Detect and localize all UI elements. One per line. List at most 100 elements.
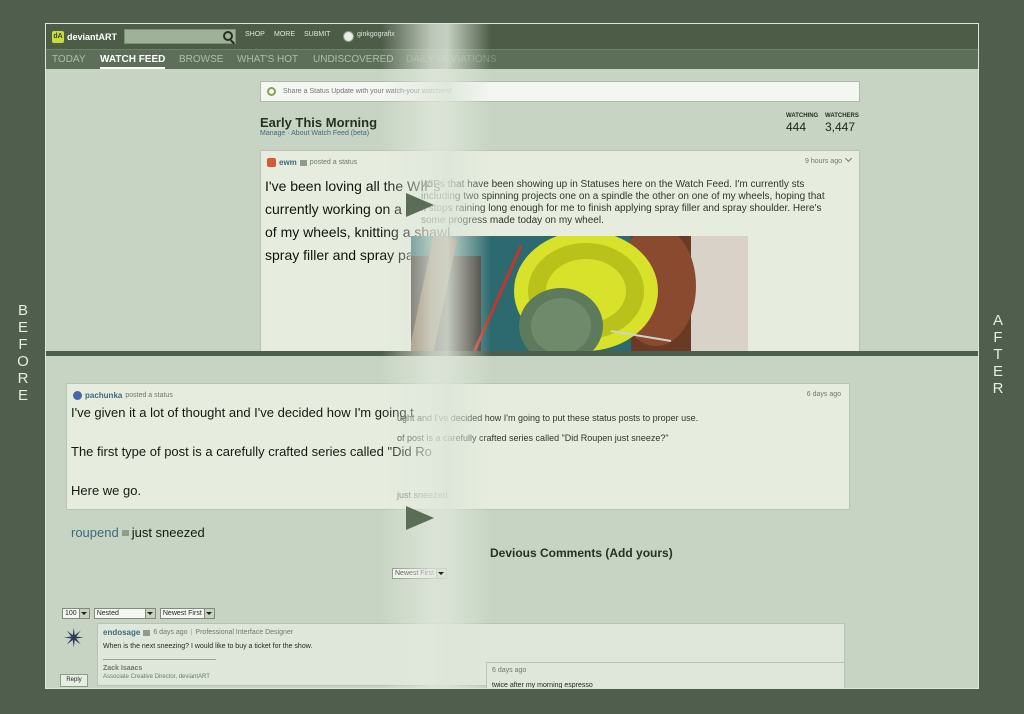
before-letter: R [17,370,29,387]
before-letter: B [17,302,28,319]
search-input[interactable] [124,29,236,44]
thread-mode-select[interactable]: Nested [93,608,156,619]
arrow-right-icon [406,193,434,217]
brand-name: deviantART [67,31,118,42]
after-label: A F T E R [988,312,1008,397]
tab-watch-feed[interactable]: WATCH FEED [100,54,166,69]
comment-body: When is the next sneezing? I would like … [103,643,313,650]
separator: | [190,629,193,636]
before-letter: F [18,336,28,353]
post-body-after: ught and I've decided how I'm going to p… [397,413,698,453]
post-time-text: 6 days ago [806,391,841,398]
comment-time: 6 days ago [153,629,188,636]
post-time: 9 hours ago [805,154,853,165]
post-line: The first type of post is a carefully cr… [71,444,432,459]
user-avatar-icon [73,391,82,400]
user-badge-icon [121,529,129,536]
post-header: pachunka posted a status [73,391,173,400]
status-update-box[interactable] [260,81,860,102]
before-letter: O [17,353,29,370]
comment-header: 6 days ago [492,667,526,674]
user-badge-icon [143,629,151,636]
post-line: of post is a carefully crafted series ca… [397,433,669,443]
after-letter: R [992,380,1004,397]
post-time: 6 days ago [807,391,841,398]
spinning-wheel-photo[interactable] [411,236,748,351]
signature-title: Associate Creative Director, deviantART [103,674,210,680]
watchers-count: 3,447 [825,120,856,134]
sort-order-select[interactable]: Newest First [159,608,215,619]
status-post-pachunka: pachunka posted a status 6 days ago I've… [66,383,850,540]
post-action: posted a status [125,392,173,399]
after-letter: F [993,329,1003,346]
watching-label: WATCHING [786,113,819,119]
post-body-before: I've given it a lot of thought and I've … [71,406,432,523]
watchers-stat[interactable]: WATCHERS 3,447 [825,113,859,134]
post-header: ewm posted a status [267,158,357,167]
post-body-after: WIPs that have been showing up in Status… [421,179,825,226]
user-avatar[interactable] [343,31,354,42]
watching-count: 444 [786,120,807,134]
post-username[interactable]: pachunka [85,391,122,400]
user-avatar-icon [267,158,276,167]
watching-stat[interactable]: WATCHING 444 [786,113,818,134]
brand-logo[interactable]: dA deviantART [52,30,117,43]
signature-name: Zack Isaacs [103,665,143,672]
main-nav: TODAY WATCH FEED BROWSE WHAT'S HOT UNDIS… [46,49,978,69]
reply-button[interactable]: Reply [60,674,88,687]
feed-title: Early This Morning [260,115,377,130]
menu-shop[interactable]: SHOP [245,31,265,38]
sort-select-after[interactable]: Newest First [392,568,447,579]
comment-roupend-after: 6 days ago twice after my morning espres… [486,662,845,689]
tab-undiscovered[interactable]: UNDISCOVERED [313,54,394,65]
post-line: ught and I've decided how I'm going to p… [397,413,699,423]
sneeze-username[interactable]: roupend [71,525,119,540]
page-size-select[interactable]: 100 [62,608,90,619]
post-line: I've given it a lot of thought and I've … [71,405,414,420]
user-badge-icon [299,159,307,166]
comments-title[interactable]: Devious Comments (Add yours) [490,546,673,560]
sneeze-text-after: just sneezed [397,490,448,500]
post-action: posted a status [309,159,358,166]
menu-more[interactable]: MORE [274,31,295,38]
after-letter: A [992,312,1003,329]
sneeze-text: just sneezed [131,525,205,540]
status-update-input[interactable] [283,85,843,98]
comment-time: 6 days ago [492,667,527,674]
comment-header: endosage 6 days ago | Professional Inter… [103,628,293,637]
tab-whats-hot[interactable]: WHAT'S HOT [237,54,298,65]
before-letter: E [17,319,28,336]
watchers-label: WATCHERS [825,113,859,119]
search-icon[interactable] [223,31,233,41]
signature-divider [103,659,216,660]
comment-signature: Zack Isaacs Associate Creative Director,… [103,665,210,681]
post-line: Here we go. [71,483,142,498]
username-link[interactable]: ginkgografix [357,31,395,38]
tab-browse[interactable]: BROWSE [179,54,223,65]
tab-today[interactable]: TODAY [52,54,86,65]
comment-role: Professional Interface Designer [195,629,294,636]
comment-body: twice after my morning espresso [492,682,593,689]
sneeze-line: roupend just sneezed [71,525,205,540]
top-bar: dA deviantART SHOP MORE SUBMIT ginkgogra… [46,24,978,49]
comment-username[interactable]: endosage [103,628,140,637]
post-time-text: 9 hours ago [805,158,842,165]
tab-daily-deviations[interactable]: DAILY DEVIATIONS [406,54,497,65]
feed-links[interactable]: Manage · About Watch Feed (beta) [260,130,369,137]
status-post-ewm: ewm posted a status 9 hours ago I've bee… [260,150,860,351]
status-icon [267,87,276,96]
watch-feed-bottom: pachunka posted a status 6 days ago I've… [46,356,978,689]
arrow-right-icon [406,506,434,530]
post-username[interactable]: ewm [279,158,297,167]
feed-title-text: Early This Morning [260,115,378,130]
menu-submit[interactable]: SUBMIT [304,31,330,38]
deviantart-logo-icon: dA [52,30,64,43]
chevron-down-icon[interactable] [844,154,853,163]
comment-filters: 100 Nested Newest First [62,608,215,619]
before-letter: E [17,387,28,404]
after-letter: T [993,346,1003,363]
watch-feed-top: dA deviantART SHOP MORE SUBMIT ginkgogra… [46,24,978,351]
endosage-avatar-icon[interactable]: ✴ [62,625,86,651]
before-label: B E F O R E [13,302,33,404]
after-letter: E [992,363,1003,380]
